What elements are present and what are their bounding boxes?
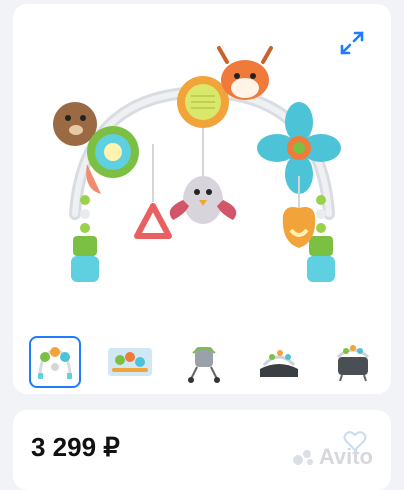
expand-image-button[interactable] (335, 26, 369, 60)
avito-watermark: Avito (292, 444, 373, 470)
thumbnail-1[interactable] (29, 336, 81, 388)
thumbnail-5[interactable] (327, 336, 379, 388)
thumbnail-2[interactable] (103, 336, 156, 388)
thumbnail-image (188, 347, 220, 383)
thumbnail-4[interactable] (252, 336, 305, 388)
thumbnail-image (259, 350, 298, 377)
price-label: 3 299 ₽ (31, 432, 120, 462)
avito-logo-dots-icon (292, 450, 313, 465)
price-card: 3 299 ₽ Avito (13, 410, 391, 490)
product-gallery-card (13, 4, 391, 394)
thumbnail-image (336, 345, 370, 382)
thumbnail-image (107, 348, 152, 376)
thumbnail-image (38, 347, 72, 379)
thumbnail-3[interactable] (178, 336, 230, 388)
watermark-text: Avito (318, 444, 373, 469)
thumbnail-strip (29, 334, 379, 390)
expand-arrows-icon (340, 31, 364, 55)
